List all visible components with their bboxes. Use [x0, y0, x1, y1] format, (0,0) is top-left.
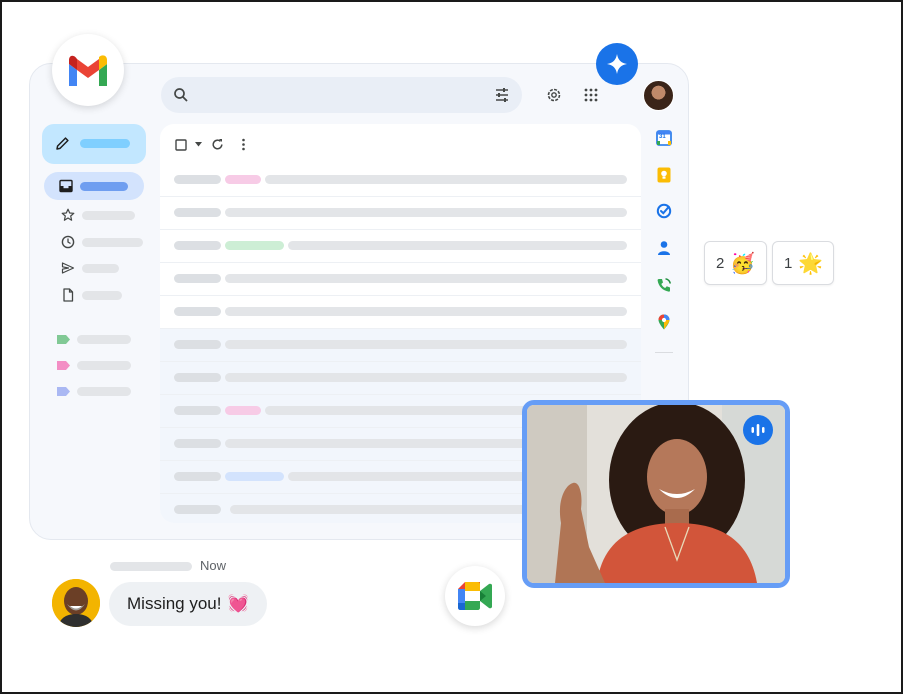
sidebar-label-placeholder [82, 291, 122, 300]
compose-label-placeholder [80, 139, 130, 148]
audio-level-icon [751, 424, 765, 436]
video-call-tile[interactable] [522, 400, 790, 588]
pencil-icon [56, 137, 69, 150]
list-item[interactable] [160, 362, 641, 395]
reaction-chip-party[interactable]: 2 🥳 [704, 241, 767, 285]
search-icon [174, 88, 188, 102]
label-icon [57, 335, 70, 344]
reaction-count: 2 [716, 254, 725, 272]
sidebar-label-pink[interactable] [57, 360, 147, 372]
refresh-icon[interactable] [211, 138, 224, 151]
reaction-chip-star[interactable]: 1 🌟 [772, 241, 834, 285]
list-item[interactable] [160, 197, 641, 230]
tasks-icon[interactable] [651, 198, 677, 224]
sparkle-icon [607, 54, 627, 74]
label-icon [57, 361, 70, 370]
label-name-placeholder [77, 361, 131, 370]
keep-icon[interactable] [651, 162, 677, 188]
apps-grid-icon[interactable] [584, 88, 598, 102]
sidebar-label-placeholder [82, 238, 143, 247]
label-name-placeholder [77, 335, 131, 344]
chat-avatar[interactable] [52, 579, 100, 627]
calendar-day: 31 [659, 134, 666, 140]
send-icon [61, 262, 75, 274]
compose-button[interactable] [42, 124, 146, 164]
chat-sender-placeholder [110, 562, 192, 571]
side-panel-divider [655, 352, 673, 353]
chat-message-text: Missing you! [127, 594, 222, 613]
gemini-button[interactable] [596, 43, 638, 85]
star-icon [61, 208, 75, 221]
search-bar[interactable] [161, 77, 522, 113]
tune-icon[interactable] [494, 87, 510, 103]
account-avatar[interactable] [643, 80, 674, 111]
sidebar-label-placeholder [82, 211, 135, 220]
sidebar-label-placeholder [80, 182, 128, 191]
list-item[interactable] [160, 164, 641, 197]
more-vert-icon[interactable] [241, 138, 246, 151]
sidebar-item-snoozed[interactable] [61, 235, 151, 249]
reaction-count: 1 [784, 254, 793, 272]
list-item[interactable] [160, 329, 641, 362]
gear-icon[interactable] [546, 87, 562, 103]
glowing-star-emoji: 🌟 [798, 252, 824, 275]
chat-timestamp: Now [200, 558, 227, 573]
list-item[interactable] [160, 263, 641, 296]
gmail-logo-icon [69, 55, 107, 86]
label-name-placeholder [77, 387, 131, 396]
avatar-photo [52, 579, 100, 627]
clock-icon [61, 235, 75, 249]
google-meet-button[interactable] [445, 566, 505, 626]
heart-emoji: 💓 [227, 594, 249, 613]
inbox-icon [59, 179, 73, 193]
sidebar-item-inbox[interactable] [44, 172, 144, 200]
voice-icon[interactable] [651, 272, 677, 298]
sidebar-label-placeholder [82, 264, 119, 273]
sidebar-item-sent[interactable] [61, 261, 151, 275]
dropdown-arrow-icon[interactable] [195, 142, 202, 147]
calendar-icon[interactable]: 31 [651, 125, 677, 151]
maps-icon[interactable] [651, 309, 677, 335]
sidebar-label-green[interactable] [57, 334, 147, 346]
google-meet-icon [458, 582, 492, 610]
file-icon [63, 288, 74, 302]
list-item[interactable] [160, 230, 641, 263]
checkbox-icon[interactable] [175, 139, 187, 151]
list-item[interactable] [160, 296, 641, 329]
gmail-logo[interactable] [52, 34, 124, 106]
party-face-emoji: 🥳 [730, 252, 756, 275]
contacts-icon[interactable] [651, 235, 677, 261]
chat-message-bubble: Missing you! 💓 [109, 582, 267, 626]
sidebar-label-purple[interactable] [57, 386, 147, 398]
label-icon [57, 387, 70, 396]
sidebar-item-starred[interactable] [61, 208, 151, 222]
audio-level-indicator[interactable] [743, 415, 773, 445]
sidebar-item-drafts[interactable] [61, 288, 151, 302]
